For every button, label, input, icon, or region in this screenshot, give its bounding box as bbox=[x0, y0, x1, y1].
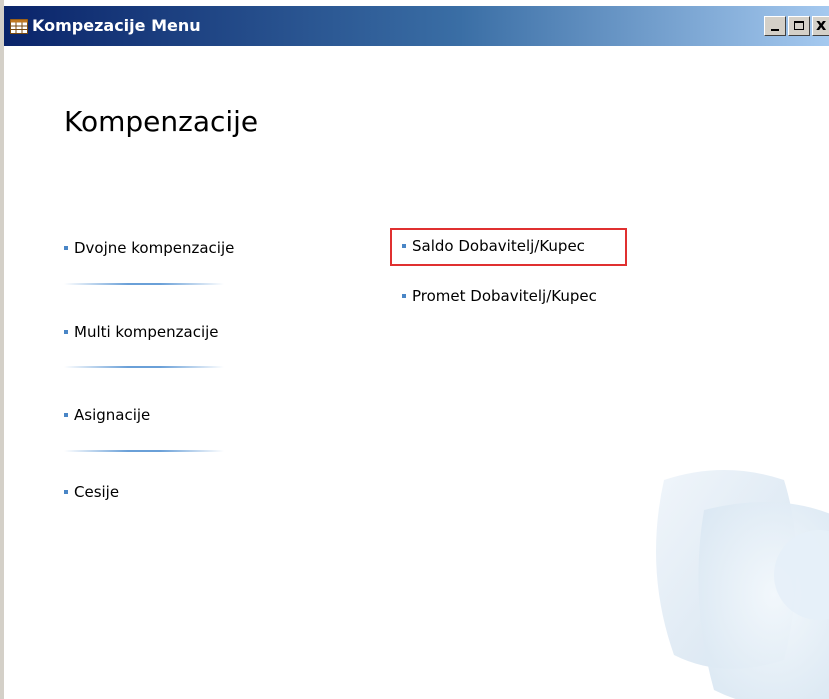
table-icon bbox=[10, 19, 28, 34]
link-saldo-dobavitelj-kupec[interactable]: Saldo Dobavitelj/Kupec bbox=[402, 236, 585, 256]
menu-item-asignacije[interactable]: Asignacije bbox=[64, 405, 150, 425]
menu-item-dvojne-kompenzacije[interactable]: Dvojne kompenzacije bbox=[64, 238, 234, 258]
decorative-background-graphic bbox=[656, 470, 829, 699]
window-title: Kompezacije Menu bbox=[32, 16, 201, 35]
bullet-icon bbox=[64, 245, 68, 250]
menu-item-label: Dvojne kompenzacije bbox=[74, 239, 235, 257]
bullet-icon bbox=[64, 329, 68, 334]
menu-item-label: Multi kompenzacije bbox=[74, 323, 219, 341]
kompenzacije-menu-window: Kompezacije Menu x Kompenzacije Dvojne k… bbox=[0, 0, 829, 699]
title-bar[interactable]: Kompezacije Menu x bbox=[4, 6, 829, 46]
separator bbox=[64, 366, 224, 368]
link-label: Promet Dobavitelj/Kupec bbox=[412, 287, 597, 305]
menu-item-label: Cesije bbox=[74, 483, 120, 501]
link-label: Saldo Dobavitelj/Kupec bbox=[412, 237, 585, 255]
maximize-icon bbox=[794, 21, 804, 30]
maximize-button[interactable] bbox=[788, 16, 810, 36]
bullet-icon bbox=[64, 412, 68, 417]
close-icon: x bbox=[816, 16, 827, 34]
bullet-icon bbox=[402, 243, 406, 248]
close-button[interactable]: x bbox=[812, 16, 829, 36]
minimize-button[interactable] bbox=[764, 16, 786, 36]
menu-item-label: Asignacije bbox=[74, 406, 151, 424]
minimize-icon bbox=[771, 29, 779, 31]
page-title: Kompenzacije bbox=[64, 105, 259, 138]
link-promet-dobavitelj-kupec[interactable]: Promet Dobavitelj/Kupec bbox=[402, 286, 597, 306]
separator bbox=[64, 450, 224, 452]
separator bbox=[64, 283, 224, 285]
bullet-icon bbox=[64, 489, 68, 494]
bullet-icon bbox=[402, 293, 406, 298]
menu-item-multi-kompenzacije[interactable]: Multi kompenzacije bbox=[64, 322, 219, 342]
menu-item-cesije[interactable]: Cesije bbox=[64, 482, 119, 502]
